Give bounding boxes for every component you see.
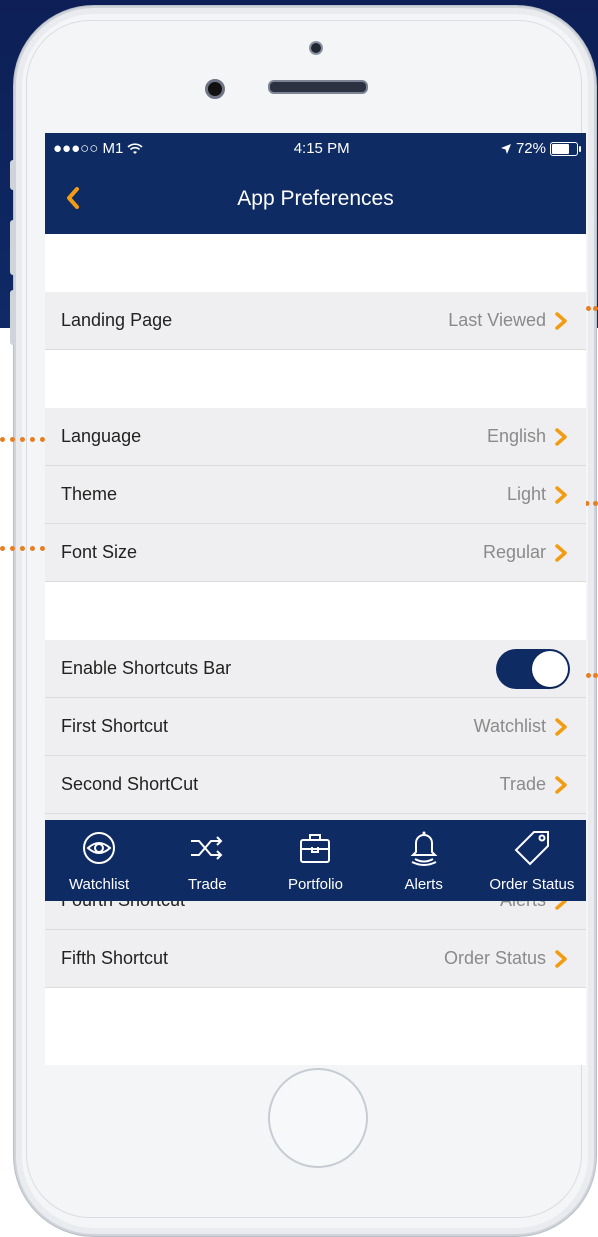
chevron-right-icon — [555, 543, 567, 562]
shortcuts-bar: Watchlist Trade Portfolio Alerts Order Statu… — [45, 820, 586, 901]
chevron-left-icon — [67, 187, 79, 209]
app-screen: ●●●○○ M1 4:15 PM 72% App Preferences Lan… — [45, 133, 586, 1065]
status-time: 4:15 PM — [293, 140, 350, 157]
row-font-size[interactable]: Font Size Regular — [45, 524, 586, 582]
tab-label: Order Status — [489, 876, 575, 893]
toggle-knob — [532, 650, 568, 687]
chevron-right-icon — [555, 311, 567, 330]
row-label: Font Size — [61, 542, 138, 562]
row-value: Trade — [499, 774, 546, 794]
tag-icon — [512, 828, 552, 872]
phone-side-button — [10, 160, 16, 190]
section-spacer — [45, 350, 586, 408]
wifi-icon — [127, 142, 143, 154]
row-label: Theme — [61, 484, 118, 504]
home-button[interactable] — [268, 1068, 368, 1168]
callout-line — [586, 673, 598, 678]
chevron-right-icon — [555, 485, 567, 504]
phone-side-button — [10, 290, 16, 345]
chevron-right-icon — [555, 427, 567, 446]
proximity-sensor — [309, 41, 323, 55]
row-value: Light — [506, 484, 546, 504]
callout-line — [0, 546, 45, 551]
front-camera — [205, 79, 225, 99]
tab-alerts[interactable]: Alerts — [370, 820, 478, 893]
nav-bar: App Preferences — [45, 164, 586, 234]
chevron-right-icon — [555, 717, 567, 736]
tab-trade[interactable]: Trade — [153, 820, 261, 893]
shuffle-icon — [187, 828, 227, 872]
row-value: Regular — [482, 542, 546, 562]
battery-icon — [550, 141, 581, 156]
row-language[interactable]: Language English — [45, 408, 586, 466]
row-value-group: Regular — [483, 542, 570, 563]
section-spacer — [45, 234, 586, 292]
row-value: Watchlist — [473, 716, 546, 736]
row-fifth-shortcut[interactable]: Fifth Shortcut Order Status — [45, 930, 586, 988]
row-label: Enable Shortcuts Bar — [61, 658, 232, 678]
row-label: First Shortcut — [61, 716, 169, 736]
battery-level — [552, 143, 570, 154]
row-value-group: Order Status — [444, 948, 570, 969]
row-theme[interactable]: Theme Light — [45, 466, 586, 524]
back-button[interactable] — [59, 184, 87, 212]
location-arrow-icon — [500, 143, 511, 154]
tab-label: Watchlist — [68, 876, 130, 893]
row-value: English — [486, 426, 546, 446]
tab-label: Trade — [187, 876, 227, 893]
row-label: Landing Page — [61, 310, 173, 330]
row-value-group: Light — [507, 484, 570, 505]
shortcuts-toggle[interactable] — [496, 648, 570, 689]
battery-percent: 72% — [515, 140, 546, 157]
row-label: Language — [61, 426, 142, 446]
briefcase-icon — [295, 828, 335, 872]
tab-label: Alerts — [404, 876, 443, 893]
eye-icon — [79, 828, 119, 872]
row-value: Order Status — [443, 948, 546, 968]
tab-portfolio[interactable]: Portfolio — [261, 820, 369, 893]
row-first-shortcut[interactable]: First Shortcut Watchlist — [45, 698, 586, 756]
tab-order-status[interactable]: Order Status — [478, 820, 586, 893]
page-title: App Preferences — [237, 187, 394, 210]
row-label: Second ShortCut — [61, 774, 199, 794]
row-second-shortcut[interactable]: Second ShortCut Trade — [45, 756, 586, 814]
row-value: Last Viewed — [448, 310, 546, 330]
row-value-group: Trade — [500, 774, 570, 795]
callout-line — [0, 437, 45, 442]
section-spacer — [45, 582, 586, 640]
phone-side-button — [10, 220, 16, 275]
row-value-group: Last Viewed — [448, 310, 570, 331]
status-bar: ●●●○○ M1 4:15 PM 72% — [45, 133, 586, 164]
row-enable-shortcuts-bar[interactable]: Enable Shortcuts Bar — [45, 640, 586, 698]
bell-icon — [404, 828, 444, 872]
callout-line — [586, 306, 598, 311]
row-value-group: Watchlist — [474, 716, 570, 737]
chevron-right-icon — [555, 949, 567, 968]
row-value-group: English — [487, 426, 570, 447]
row-label: Fifth Shortcut — [61, 948, 169, 968]
row-landing-page[interactable]: Landing Page Last Viewed — [45, 292, 586, 350]
carrier-label: ●●●○○ M1 — [53, 140, 124, 157]
tab-label: Portfolio — [287, 876, 343, 893]
chevron-right-icon — [555, 775, 567, 794]
tab-watchlist[interactable]: Watchlist — [45, 820, 153, 893]
earpiece-speaker — [268, 80, 368, 94]
